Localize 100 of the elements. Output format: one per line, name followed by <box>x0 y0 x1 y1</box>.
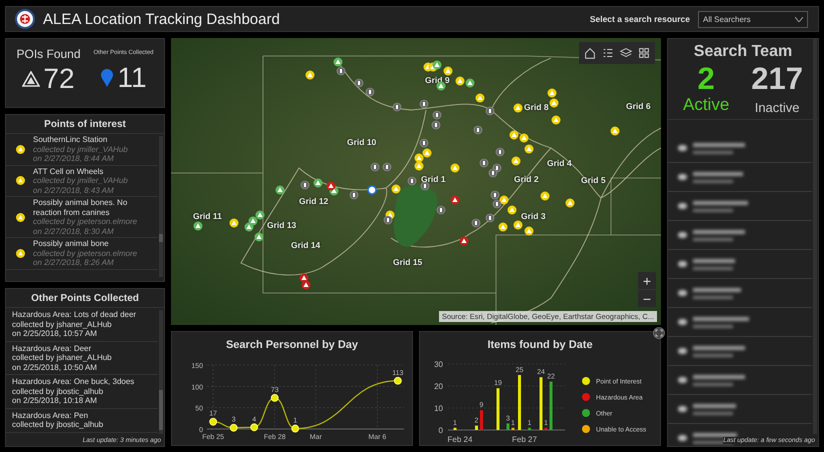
searcher-marker-icon <box>420 100 428 108</box>
grid-button[interactable] <box>636 45 652 61</box>
grid-label: Grid 3 <box>521 211 546 221</box>
warning-marker-icon <box>194 222 202 230</box>
other-point-item[interactable]: Hazardous Area: Pen collected by jbostic_alhub <box>6 408 158 432</box>
grid-label: Grid 10 <box>347 137 376 147</box>
collector-text: collected by jpeterson.elmore <box>33 248 138 258</box>
warning-marker-icon <box>512 156 520 166</box>
searcher-marker-icon <box>336 66 346 76</box>
searcher-marker-icon <box>490 190 500 200</box>
grid-label: Grid 6 <box>626 101 651 111</box>
searcher-marker-icon <box>480 158 488 168</box>
other-points-count: 11 <box>117 64 147 92</box>
x-tick-label: Feb 24 <box>448 435 472 444</box>
poi-list-item[interactable]: SouthernLinc Station collected by jmiller_VAHub on 2/27/2018, 8:44 AM <box>6 134 158 166</box>
searcher-marker-icon <box>436 206 446 214</box>
searcher-marker-icon <box>472 218 480 228</box>
grid-label: Grid 12 <box>299 196 328 206</box>
zoom-out-button[interactable]: − <box>638 290 656 307</box>
warning-marker-icon <box>450 196 460 204</box>
searcher-marker-icon <box>382 162 392 172</box>
searcher-marker-icon <box>432 120 440 130</box>
poi-list-item[interactable]: ATT Cell on Wheels collected by jmiller_VAHub on 2/27/2018, 8:43 AM <box>6 166 158 197</box>
warning-marker-icon <box>244 222 254 232</box>
other-point-item[interactable]: Hazardous Area: Lots of dead deer collected by jshaner_ALHub on 2/25/2018, 10:57 AM <box>6 308 158 342</box>
poi-name: Possibly animal bones. No reaction from canines <box>33 198 128 217</box>
other-point-item[interactable]: Hazardous Area: Deer collected by jshaner_ALHub on 2/25/2018, 10:50 AM <box>6 342 158 375</box>
other-point-item[interactable]: Hazardous Area: One buck, 3does collected by jbostic_alhub on 2/25/2018, 10:18 AM <box>6 375 158 408</box>
searcher-marker-icon <box>408 176 416 186</box>
warning-marker-icon <box>524 226 534 236</box>
searcher-marker-icon <box>366 88 374 96</box>
home-button[interactable] <box>582 45 598 61</box>
data-point <box>209 418 218 426</box>
searcher-marker-icon <box>370 162 380 172</box>
bar <box>540 377 542 430</box>
data-point <box>250 423 258 432</box>
poi-name: Possibly animal bone <box>33 239 110 248</box>
item-text: on 2/25/2018, 10:57 AM <box>12 329 98 338</box>
date-text: on 2/27/2018, 8:30 AM <box>33 226 115 236</box>
date-text: on 2/27/2018, 8:43 AM <box>33 186 115 195</box>
item-text: collected by jbostic_alhub <box>12 386 104 396</box>
item-text: collected by jshaner_ALHub <box>12 320 113 329</box>
searcher-marker-icon <box>488 168 498 178</box>
search-resource-dropdown[interactable]: All Searchers <box>698 10 808 28</box>
warning-marker-icon <box>334 58 342 66</box>
warning-marker-icon <box>422 148 432 158</box>
poi-list-item[interactable]: Possibly animal bones. No reaction from canines collected by jpeterson.elmore on 2/27/2018, 8:30 AM <box>6 197 158 238</box>
searcher-marker-icon <box>420 182 430 190</box>
searcher-marker-icon <box>486 106 494 116</box>
bar <box>550 382 552 430</box>
searcher-marker-icon <box>486 214 494 222</box>
search-team-title: Search Team <box>692 42 794 61</box>
bar <box>480 410 483 430</box>
date-text: on 2/27/2018, 8:44 AM <box>33 154 115 164</box>
warning-marker-icon <box>508 206 516 214</box>
searcher-marker-icon <box>420 138 428 148</box>
inactive-label: Inactive <box>754 100 800 115</box>
home-icon <box>583 46 597 60</box>
data-point <box>270 394 279 402</box>
zoom-in-button[interactable]: + <box>638 272 656 289</box>
bar <box>475 426 478 430</box>
data-point <box>291 424 300 432</box>
y-tick-label: 30 <box>434 360 443 369</box>
warning-marker-icon <box>450 164 460 172</box>
grid-label: Grid 11 <box>193 211 222 221</box>
warning-marker-icon <box>392 184 400 194</box>
collector-text: collected by jmiller_VAHub <box>33 144 128 154</box>
warning-marker-icon <box>256 210 264 220</box>
inactive-count: 217 <box>751 61 803 97</box>
warning-marker-icon <box>498 222 508 232</box>
poi-name: ATT Cell on Wheels <box>33 166 104 176</box>
points-of-interest-title: Points of interest <box>6 115 164 134</box>
item-text: Hazardous Area: One buck, 3does <box>12 377 136 386</box>
searcher-marker-icon <box>496 148 504 156</box>
bar <box>544 428 548 430</box>
warning-marker-icon <box>514 104 522 112</box>
grid-label: Grid 1 <box>421 174 446 184</box>
layers-icon <box>619 46 633 60</box>
warning-marker-icon <box>326 182 336 190</box>
warning-marker-icon <box>514 220 522 230</box>
chart-title: Search Personnel by Day <box>226 339 358 351</box>
caret-icon <box>795 16 803 22</box>
active-label: Active <box>682 95 730 115</box>
search-resource-label: Select a search resource <box>590 14 690 24</box>
item-text: on 2/25/2018, 10:50 AM <box>12 362 98 372</box>
grid-label: Grid 8 <box>524 102 549 112</box>
warning-marker-icon <box>16 176 25 186</box>
warning-marker-icon <box>540 192 550 200</box>
y-tick-label: 20 <box>434 382 443 391</box>
warning-marker-icon <box>254 232 264 242</box>
warning-marker-icon <box>548 88 556 98</box>
searcher-marker-icon <box>474 126 482 134</box>
warning-marker-icon <box>456 76 464 86</box>
warning-marker-icon <box>306 70 314 80</box>
warning-triangle-icon <box>22 71 40 87</box>
list-icon <box>601 46 615 60</box>
fullscreen-icon <box>653 327 665 339</box>
poi-list-item[interactable]: Possibly animal bone collected by jpeterson.elmore on 2/27/2018, 8:26 AM <box>6 238 158 270</box>
chart-title: Items found by Date <box>487 339 593 351</box>
item-text: collected by jshaner_ALHub <box>12 353 113 362</box>
